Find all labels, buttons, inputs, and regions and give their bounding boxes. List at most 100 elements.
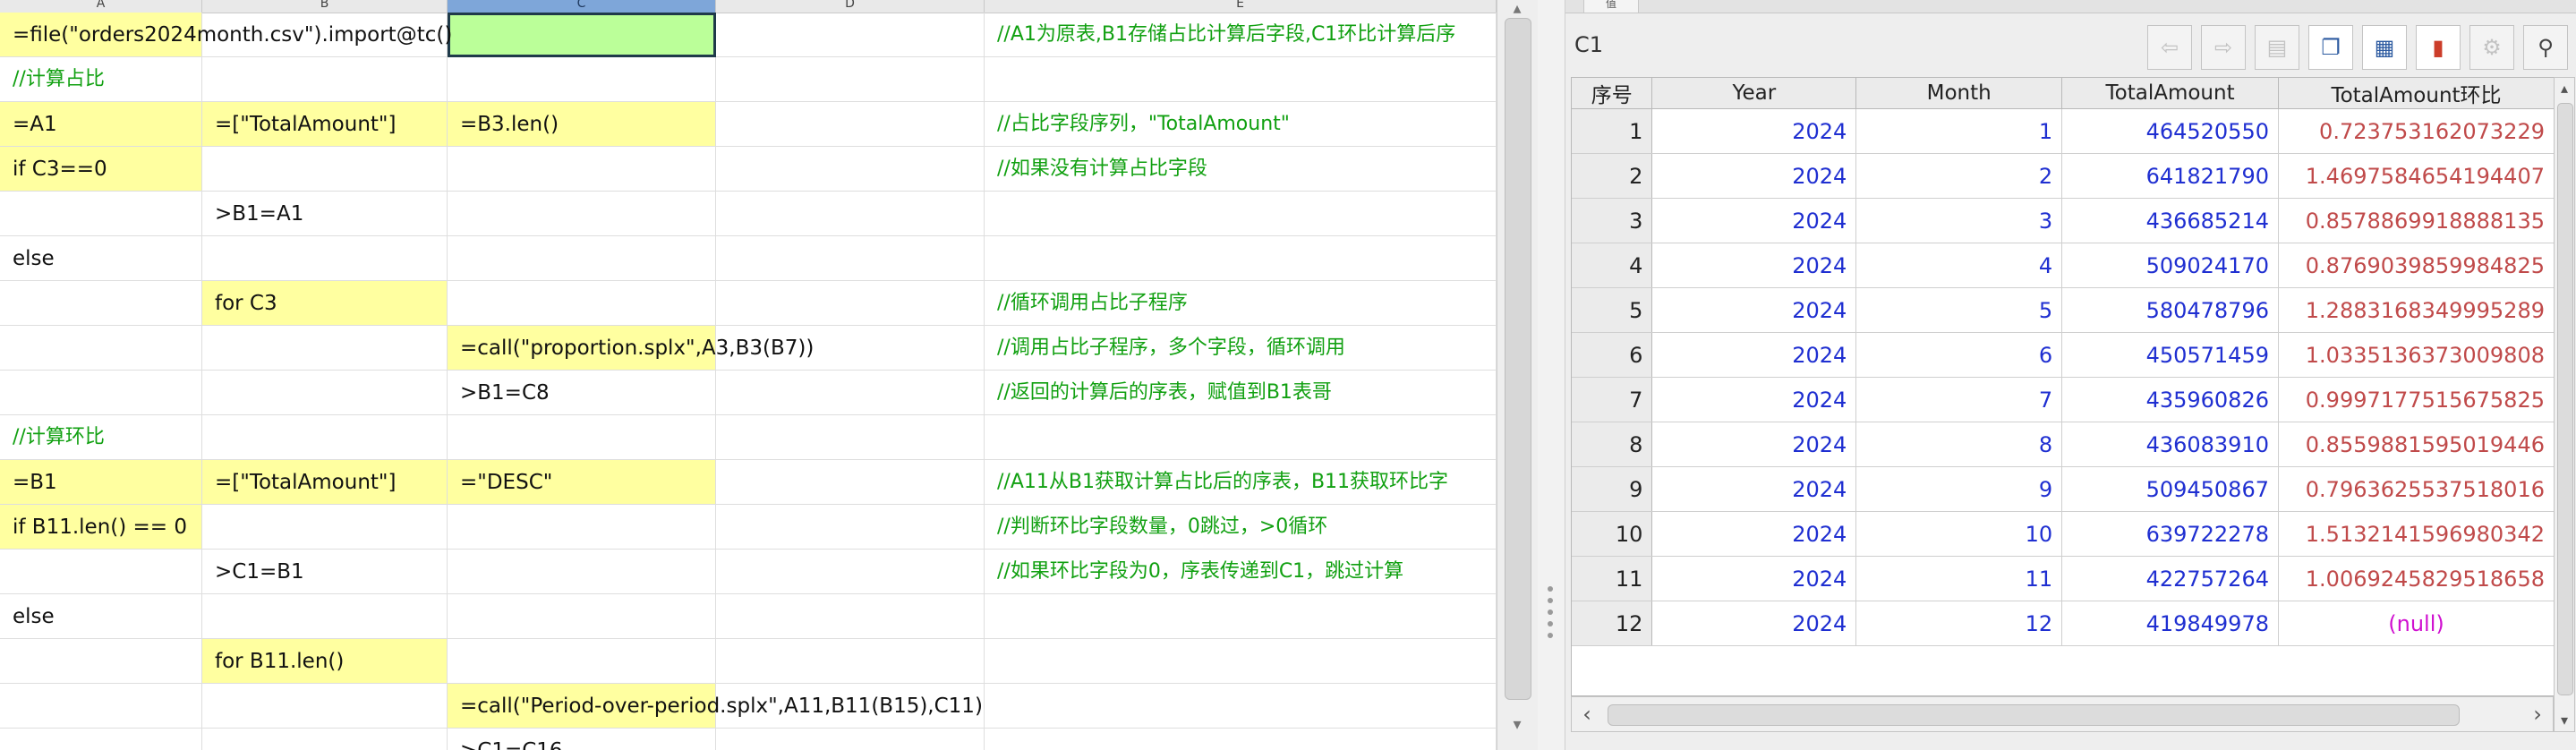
table-row[interactable]: 9 2024 9 509450867 0.7963625537518016: [1572, 466, 2555, 512]
year-cell[interactable]: 2024: [1651, 153, 1857, 199]
cell-a11[interactable]: =B1: [0, 460, 202, 505]
table-view-button[interactable]: ▦: [2362, 25, 2407, 70]
cell-c2[interactable]: [448, 57, 716, 102]
total-amount-cell[interactable]: 436083910: [2061, 422, 2279, 467]
cell-c5[interactable]: [448, 192, 716, 236]
month-cell[interactable]: 1: [1855, 108, 2063, 154]
cell-c17[interactable]: >C1=C16: [448, 729, 716, 750]
cell-e3[interactable]: //占比字段序列，"TotalAmount": [985, 102, 1497, 147]
sheet-vertical-scrollbar[interactable]: ▴ ▾: [1497, 0, 1540, 750]
cell-c10[interactable]: [448, 415, 716, 460]
ratio-cell[interactable]: 1.0069245829518658: [2278, 556, 2555, 601]
scrollbar-thumb[interactable]: [1505, 18, 1531, 700]
cell-d2[interactable]: [716, 57, 985, 102]
cell-a14[interactable]: else: [0, 594, 202, 639]
cell-c16[interactable]: =call("Period-over-period.splx",A11,B11(…: [448, 684, 983, 729]
table-row[interactable]: 4 2024 4 509024170 0.8769039859984825: [1572, 243, 2555, 288]
value-vertical-scrollbar[interactable]: ▴ ▾: [2554, 77, 2575, 732]
settings-button[interactable]: ⚙: [2469, 25, 2514, 70]
cell-d3[interactable]: [716, 102, 985, 147]
cell-b10[interactable]: [202, 415, 448, 460]
cell-b15[interactable]: for B11.len(): [202, 639, 448, 684]
panel-splitter[interactable]: [1538, 0, 1565, 750]
cell-b6[interactable]: [202, 236, 448, 281]
cell-a6[interactable]: else: [0, 236, 202, 281]
ratio-cell[interactable]: 1.0335136373009808: [2278, 332, 2555, 378]
cell-c4[interactable]: [448, 147, 716, 192]
cell-e11[interactable]: //A11从B1获取计算占比后的序表，B11获取环比字: [985, 460, 1497, 505]
cell-d1[interactable]: [716, 13, 985, 57]
cell-d7[interactable]: [716, 281, 985, 326]
cell-c9[interactable]: >B1=C8: [448, 371, 716, 415]
scroll-up-arrow-icon[interactable]: ▴: [2555, 78, 2574, 99]
total-amount-cell[interactable]: 509024170: [2061, 243, 2279, 288]
month-cell[interactable]: 11: [1855, 556, 2063, 601]
row-index[interactable]: 3: [1572, 198, 1653, 243]
cell-e15[interactable]: [985, 639, 1497, 684]
value-table-viewport[interactable]: 序号 Year Month TotalAmount TotalAmount环比 …: [1571, 77, 2555, 696]
cell-c14[interactable]: [448, 594, 716, 639]
column-header-d[interactable]: D: [716, 0, 985, 13]
year-cell[interactable]: 2024: [1651, 198, 1857, 243]
chart-button[interactable]: ▮: [2416, 25, 2461, 70]
value-horizontal-scrollbar[interactable]: ‹ ›: [1571, 696, 2554, 732]
row-index[interactable]: 8: [1572, 422, 1653, 467]
cell-a16[interactable]: [0, 684, 202, 729]
cell-b13[interactable]: >C1=B1: [202, 550, 448, 594]
column-header-e[interactable]: E: [985, 0, 1497, 13]
row-index[interactable]: 12: [1572, 601, 1653, 646]
cell-c3[interactable]: =B3.len(): [448, 102, 716, 147]
cell-a1[interactable]: =file("orders2024month.csv").import@tc(): [0, 13, 452, 57]
row-index[interactable]: 10: [1572, 511, 1653, 557]
year-cell[interactable]: 2024: [1651, 108, 1857, 154]
cell-c1[interactable]: [448, 13, 716, 57]
cell-e5[interactable]: [985, 192, 1497, 236]
cell-b8[interactable]: [202, 326, 448, 371]
cell-b12[interactable]: [202, 505, 448, 550]
row-index[interactable]: 6: [1572, 332, 1653, 378]
header-year[interactable]: Year: [1651, 78, 1857, 109]
cell-e6[interactable]: [985, 236, 1497, 281]
cell-a12[interactable]: if B11.len() == 0: [0, 505, 202, 550]
copy-button[interactable]: ❐: [2308, 25, 2353, 70]
cell-e10[interactable]: [985, 415, 1497, 460]
year-cell[interactable]: 2024: [1651, 466, 1857, 512]
month-cell[interactable]: 12: [1855, 601, 2063, 646]
cell-c7[interactable]: [448, 281, 716, 326]
ratio-cell[interactable]: (null): [2278, 601, 2555, 646]
table-row[interactable]: 11 2024 11 422757264 1.0069245829518658: [1572, 556, 2555, 601]
year-cell[interactable]: 2024: [1651, 601, 1857, 646]
row-index[interactable]: 5: [1572, 287, 1653, 333]
month-cell[interactable]: 3: [1855, 198, 2063, 243]
cell-e9[interactable]: //返回的计算后的序表，赋值到B1表哥: [985, 371, 1497, 415]
ratio-cell[interactable]: 1.4697584654194407: [2278, 153, 2555, 199]
table-row[interactable]: 7 2024 7 435960826 0.9997177515675825: [1572, 377, 2555, 422]
table-row[interactable]: 5 2024 5 580478796 1.2883168349995289: [1572, 287, 2555, 333]
cell-a8[interactable]: [0, 326, 202, 371]
cell-e13[interactable]: //如果环比字段为0，序表传递到C1，跳过计算: [985, 550, 1497, 594]
row-index[interactable]: 2: [1572, 153, 1653, 199]
cell-b14[interactable]: [202, 594, 448, 639]
cell-a4[interactable]: if C3==0: [0, 147, 202, 192]
year-cell[interactable]: 2024: [1651, 511, 1857, 557]
ratio-cell[interactable]: 0.9997177515675825: [2278, 377, 2555, 422]
cell-b4[interactable]: [202, 147, 448, 192]
cell-e7[interactable]: //循环调用占比子程序: [985, 281, 1497, 326]
column-header-a[interactable]: A: [0, 0, 202, 13]
year-cell[interactable]: 2024: [1651, 243, 1857, 288]
forward-button[interactable]: ⇨: [2201, 25, 2246, 70]
cell-a17[interactable]: [0, 729, 202, 750]
scroll-down-arrow-icon[interactable]: ▾: [1505, 716, 1530, 734]
cell-b17[interactable]: [202, 729, 448, 750]
table-row[interactable]: 3 2024 3 436685214 0.8578869918888135: [1572, 198, 2555, 243]
cell-b5[interactable]: >B1=A1: [202, 192, 448, 236]
scroll-left-arrow-icon[interactable]: ‹: [1574, 701, 1600, 728]
cell-d17[interactable]: [716, 729, 985, 750]
cell-b16[interactable]: [202, 684, 448, 729]
total-amount-cell[interactable]: 580478796: [2061, 287, 2279, 333]
column-header-c[interactable]: C: [448, 0, 716, 13]
ratio-cell[interactable]: 1.2883168349995289: [2278, 287, 2555, 333]
ratio-cell[interactable]: 0.723753162073229: [2278, 108, 2555, 154]
cell-e14[interactable]: [985, 594, 1497, 639]
table-row[interactable]: 6 2024 6 450571459 1.0335136373009808: [1572, 332, 2555, 378]
